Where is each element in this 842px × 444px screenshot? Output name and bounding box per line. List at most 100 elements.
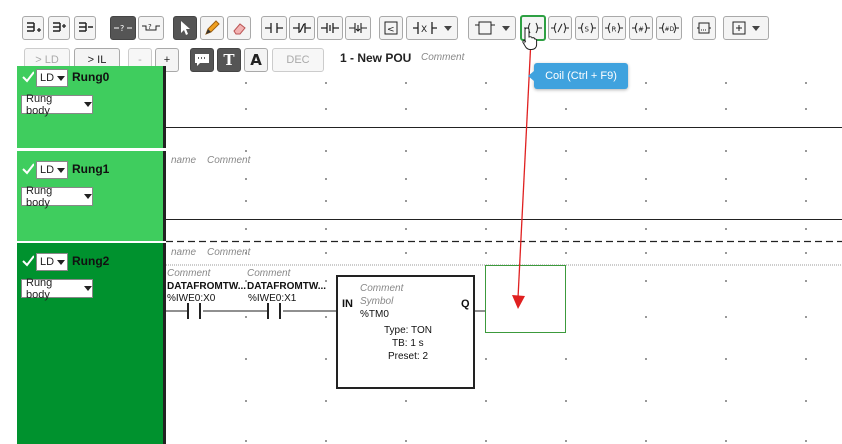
grid-dot — [485, 82, 487, 84]
contact-nc-icon[interactable] — [289, 16, 315, 40]
block-symbol[interactable]: Symbol — [360, 296, 393, 307]
pou-comment[interactable]: Comment — [421, 52, 464, 63]
rung-label-name[interactable]: name — [171, 155, 196, 166]
contact-no-symbol[interactable] — [187, 303, 201, 319]
rung-rail-0 — [166, 127, 842, 128]
contact-falling-icon[interactable] — [345, 16, 371, 40]
comment-bubble-icon[interactable] — [190, 48, 214, 72]
grid-dot — [405, 400, 407, 402]
grid-dot — [805, 200, 807, 202]
grid-dot — [805, 316, 807, 318]
grid-dot — [645, 252, 647, 254]
rung-body-select[interactable]: Rung body — [21, 184, 93, 209]
dec-button[interactable]: DEC — [272, 48, 324, 72]
grid-dot — [645, 150, 647, 152]
rung-divider-2 — [163, 243, 166, 444]
chevron-down-icon — [502, 25, 510, 31]
rung-panel-2[interactable] — [17, 243, 163, 444]
svg-text:?: ? — [148, 23, 152, 31]
rung-body-select[interactable]: Rung body — [21, 277, 93, 301]
contact-comment[interactable]: Comment — [167, 268, 210, 279]
grid-dot — [565, 150, 567, 152]
contact-no-symbol[interactable] — [267, 303, 281, 319]
rung-label-name[interactable]: name — [171, 247, 196, 258]
negated-coil-icon[interactable] — [548, 16, 572, 40]
rung-language-select[interactable]: LD — [36, 69, 68, 87]
call-coil-icon[interactable]: #D — [656, 16, 682, 40]
chevron-down-icon — [84, 194, 92, 199]
grid-dot — [325, 228, 327, 230]
rung-language-value: LD — [40, 72, 55, 84]
rung-body-select[interactable]: Rung body — [21, 93, 93, 117]
grid-dot — [645, 400, 647, 402]
grid-dot — [565, 400, 567, 402]
grid-dot — [485, 178, 487, 180]
grid-dot — [405, 82, 407, 84]
grid-dot — [325, 178, 327, 180]
svg-text:<: < — [387, 25, 395, 35]
contact-comment[interactable]: Comment — [247, 268, 290, 279]
rung-language-select[interactable]: LD — [36, 161, 68, 179]
grid-dot — [805, 280, 807, 282]
contact-variable-name[interactable]: DATAFROMTW... — [167, 281, 246, 292]
grid-dot — [805, 228, 807, 230]
grid-dot — [245, 150, 247, 152]
jump-coil-icon[interactable]: # — [629, 16, 653, 40]
grid-dot — [405, 178, 407, 180]
contact-rising-icon[interactable] — [317, 16, 343, 40]
rung-label-comment[interactable]: Comment — [207, 247, 250, 258]
function-block-dropdown[interactable] — [468, 16, 516, 40]
font-size-icon[interactable]: A — [244, 48, 268, 72]
grid-dot — [725, 228, 727, 230]
grid-dot — [565, 252, 567, 254]
delete-rung-icon[interactable] — [74, 16, 96, 40]
rung-label-comment[interactable]: Comment — [207, 155, 250, 166]
grid-dot — [405, 108, 407, 110]
block-type: Type: TON — [384, 325, 432, 336]
set-coil-icon[interactable]: S — [575, 16, 599, 40]
text-format-icon[interactable]: T — [217, 48, 241, 72]
grid-dot — [645, 316, 647, 318]
parallel-branch-icon[interactable]: ? — [138, 16, 164, 40]
grid-dot — [645, 358, 647, 360]
rung-body-value: Rung body — [26, 184, 53, 209]
grid-dot — [245, 440, 247, 442]
contact-no-icon[interactable] — [261, 16, 287, 40]
insert-rung-below-icon[interactable] — [48, 16, 70, 40]
pointer-icon[interactable] — [173, 16, 197, 40]
grid-dot — [725, 358, 727, 360]
operation-block-icon[interactable] — [692, 16, 716, 40]
branch-icon[interactable]: ? — [110, 16, 136, 40]
grid-dot — [725, 280, 727, 282]
grid-dot — [645, 178, 647, 180]
grid-dot — [325, 108, 327, 110]
rung-divider-0 — [163, 66, 166, 148]
grid-dot — [245, 228, 247, 230]
eraser-icon[interactable] — [227, 16, 251, 40]
grid-dot — [565, 108, 567, 110]
reset-coil-icon[interactable]: R — [602, 16, 626, 40]
check-icon[interactable] — [22, 163, 34, 175]
grid-dot — [405, 150, 407, 152]
grid-dot — [645, 228, 647, 230]
grid-dot — [485, 150, 487, 152]
grid-dot — [405, 440, 407, 442]
grid-dot — [725, 316, 727, 318]
pou-title: 1 - New POU — [340, 51, 412, 65]
rung-language-select[interactable]: LD — [36, 253, 68, 271]
contact-variable-name[interactable]: DATAFROMTW... — [247, 281, 326, 292]
grid-dot — [325, 400, 327, 402]
add-element-dropdown[interactable] — [723, 16, 769, 40]
xor-block-dropdown[interactable]: X — [406, 16, 458, 40]
grid-dot — [245, 178, 247, 180]
pencil-icon[interactable] — [200, 16, 224, 40]
check-icon[interactable] — [22, 255, 34, 267]
svg-text:?: ? — [120, 24, 124, 33]
hand-cursor-icon — [522, 27, 538, 50]
block-comment[interactable]: Comment — [360, 283, 403, 294]
insert-rung-above-icon[interactable] — [22, 16, 44, 40]
compare-block-icon[interactable]: < — [379, 16, 403, 40]
svg-text:R: R — [612, 26, 617, 34]
grid-dot — [485, 358, 487, 360]
check-icon[interactable] — [22, 71, 34, 83]
